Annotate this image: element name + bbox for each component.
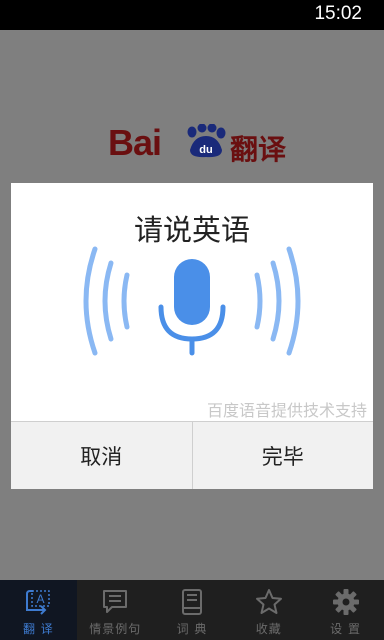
tab-settings[interactable]: 设 置: [307, 580, 384, 640]
logo-brand-text: Bai: [108, 122, 162, 163]
tab-favorites[interactable]: 收藏: [230, 580, 307, 640]
sound-wave-right-inner: [254, 272, 263, 330]
translate-icon: A: [26, 590, 51, 615]
tab-label: 设 置: [330, 622, 361, 636]
sound-wave-right-outer: [286, 246, 301, 356]
logo-suffix-text: 翻译: [230, 133, 287, 166]
status-time: 15:02: [314, 3, 362, 24]
star-icon: [255, 589, 282, 614]
dialog-button-row: 取消 完毕: [11, 421, 373, 489]
sound-wave-left-middle: [102, 260, 114, 342]
cancel-button[interactable]: 取消: [11, 422, 192, 489]
sound-wave-left-inner: [121, 272, 130, 330]
tab-label: 词 典: [176, 622, 208, 636]
microphone-icon: [83, 246, 301, 356]
svg-text:A: A: [37, 592, 45, 606]
tab-label: 翻 译: [22, 622, 54, 636]
tab-translate[interactable]: A 翻 译: [0, 580, 77, 640]
voice-credit-text: 百度语音提供技术支持: [206, 401, 367, 420]
tab-scenario-examples[interactable]: 情景例句: [77, 580, 154, 640]
baidu-translate-logo: Bai du 翻译: [108, 100, 294, 166]
gear-icon: [332, 589, 359, 615]
done-button[interactable]: 完毕: [191, 422, 373, 489]
chat-icon: [103, 590, 128, 613]
status-bar: 15:02: [0, 0, 384, 30]
tab-label: 收藏: [255, 622, 282, 636]
bottom-tab-bar: A 翻 译 情景例句 词 典 收藏 设 置: [0, 580, 384, 640]
sound-wave-right-middle: [270, 260, 282, 342]
voice-input-dialog: 请说英语 百度语音提供技术支持 取消 完毕: [11, 183, 373, 489]
paw-icon: du: [187, 124, 226, 158]
dictionary-icon: [181, 589, 202, 615]
tab-dictionary[interactable]: 词 典: [154, 580, 231, 640]
sound-wave-left-outer: [83, 246, 98, 356]
microphone-capsule: [174, 259, 210, 325]
tab-label: 情景例句: [89, 622, 142, 636]
logo-badge-text: du: [199, 144, 212, 156]
